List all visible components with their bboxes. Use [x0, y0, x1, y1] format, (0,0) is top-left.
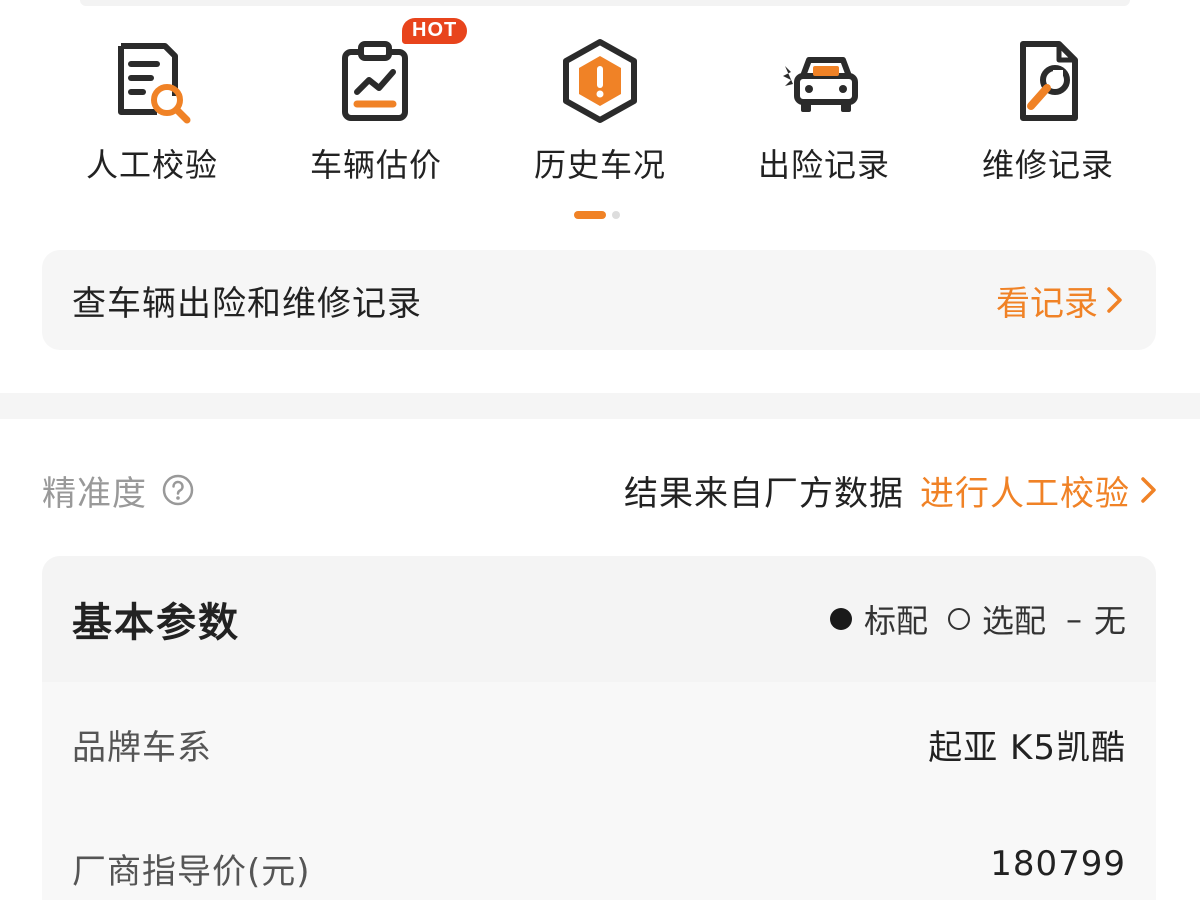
- tool-manual-check[interactable]: 人工校验: [40, 36, 264, 186]
- chevron-right-icon: [1141, 477, 1156, 503]
- hexagon-warning-icon: [563, 39, 637, 123]
- data-source-text: 结果来自厂方数据: [624, 473, 904, 514]
- section-divider: [0, 393, 1200, 419]
- chevron-right-icon: [1107, 287, 1122, 313]
- params-title: 基本参数: [72, 600, 240, 646]
- wrench-document-icon: [1020, 41, 1078, 121]
- tool-label: 车辆估价: [309, 146, 442, 184]
- hot-badge: HOT: [402, 18, 468, 44]
- previous-card-edge: [80, 0, 1130, 6]
- record-check-banner[interactable]: 查车辆出险和维修记录 看记录: [42, 250, 1156, 350]
- page-dot-active: [574, 211, 606, 219]
- car-crash-icon: [783, 57, 858, 112]
- legend-optional-label: 选配: [981, 602, 1046, 640]
- tool-label: 出险记录: [757, 146, 890, 184]
- hollow-dot-icon: [947, 608, 970, 630]
- page-dot: [612, 211, 620, 219]
- accuracy-label: 精准度: [42, 473, 147, 514]
- dash-symbol: –: [1065, 600, 1082, 638]
- tool-label: 维修记录: [981, 146, 1114, 184]
- params-list: 品牌车系 起亚 K5凯酷 厂商指导价(元) 180799: [42, 682, 1156, 900]
- view-records-label: 看记录: [996, 283, 1098, 324]
- legend-none-label: 无: [1093, 602, 1126, 640]
- param-value: 180799: [990, 844, 1126, 884]
- tool-history-condition[interactable]: 历史车况: [488, 36, 712, 186]
- legend-optional: 选配: [947, 596, 1046, 642]
- param-row-msrp: 厂商指导价(元) 180799: [42, 806, 1156, 900]
- accuracy-label-group: 精准度: [42, 466, 195, 515]
- accuracy-source-group: 结果来自厂方数据 进行人工校验: [624, 466, 1160, 515]
- tool-repair-record[interactable]: 维修记录: [936, 36, 1160, 186]
- question-circle-icon[interactable]: [161, 473, 195, 507]
- param-value: 起亚 K5凯酷: [928, 727, 1126, 768]
- tool-grid: 人工校验 HOT 车辆估价 历史车况 出险记录 维修记录: [40, 18, 1160, 186]
- manual-verify-link[interactable]: 进行人工校验: [920, 466, 1160, 515]
- params-header: 基本参数 标配 选配 – 无: [42, 556, 1156, 682]
- page-indicator: [574, 211, 620, 219]
- param-row-brand-series: 品牌车系 起亚 K5凯酷: [42, 682, 1156, 806]
- tool-label: 历史车况: [533, 146, 666, 184]
- param-name: 厂商指导价(元): [72, 852, 311, 892]
- record-banner-title: 查车辆出险和维修记录: [72, 283, 422, 324]
- view-records-link[interactable]: 看记录: [996, 276, 1126, 325]
- param-name: 品牌车系: [72, 727, 212, 768]
- manual-verify-label: 进行人工校验: [920, 473, 1130, 514]
- legend-standard: 标配: [829, 596, 928, 642]
- basic-params-card: 基本参数 标配 选配 – 无 品牌车系 起亚 K5凯酷 厂商指导价(元) 180…: [42, 556, 1156, 900]
- filled-dot-icon: [829, 608, 852, 630]
- accuracy-row: 精准度 结果来自厂方数据 进行人工校验: [42, 460, 1160, 520]
- legend-standard-label: 标配: [863, 602, 928, 640]
- tool-label: 人工校验: [85, 146, 218, 184]
- tool-accident-record[interactable]: 出险记录: [712, 36, 936, 186]
- clipboard-chart-icon: [342, 41, 408, 121]
- tool-valuation[interactable]: HOT 车辆估价: [264, 18, 488, 186]
- config-legend: 标配 选配 – 无: [829, 596, 1126, 642]
- report-search-icon: [118, 43, 191, 124]
- legend-none: – 无: [1066, 596, 1126, 642]
